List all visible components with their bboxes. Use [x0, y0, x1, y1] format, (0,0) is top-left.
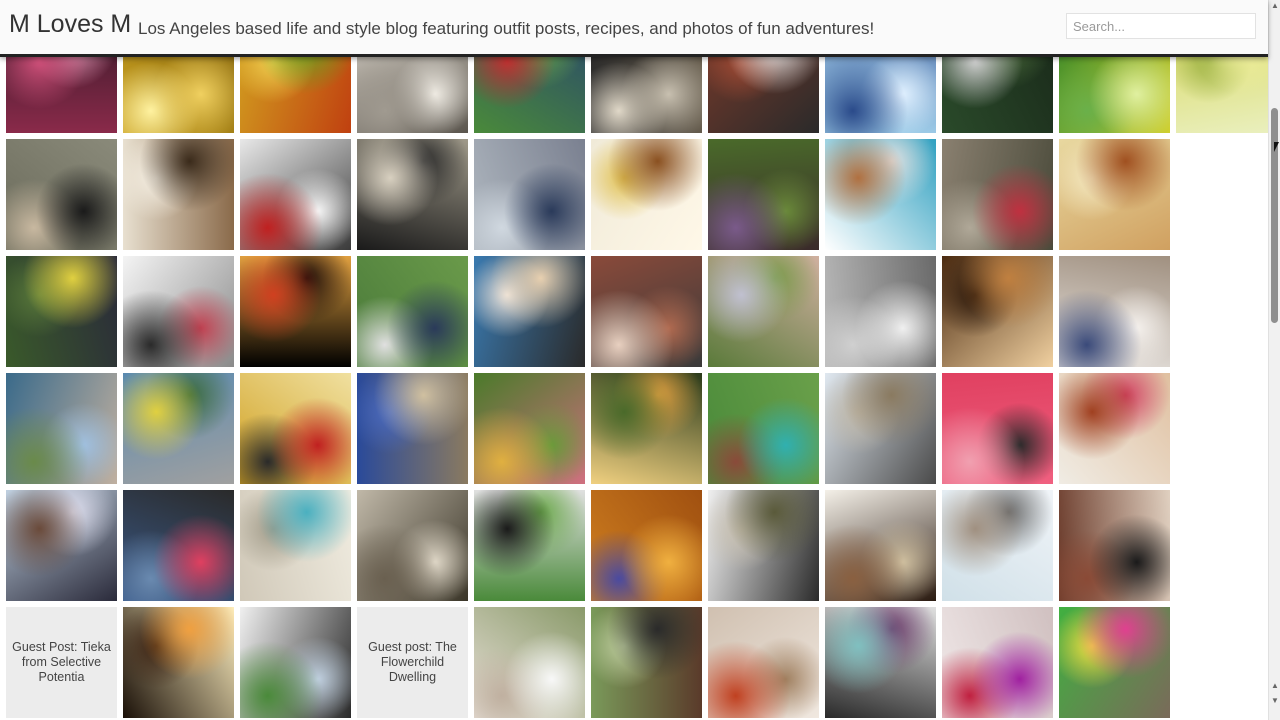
- site-tagline: Los Angeles based life and style blog fe…: [138, 19, 875, 38]
- sunset-field-photo[interactable]: [591, 373, 702, 484]
- child-beach-photo[interactable]: [6, 490, 117, 601]
- scroll-up-arrow-icon[interactable]: ▲: [1270, 680, 1280, 692]
- cloud-head-photo[interactable]: [825, 256, 936, 367]
- horse-photo[interactable]: [591, 607, 702, 718]
- tiramisu-photo[interactable]: [825, 490, 936, 601]
- post-thumbnail-text[interactable]: Guest post: The Flowerchild Dwelling: [357, 607, 468, 718]
- scroll-up-arrow-icon[interactable]: ▲: [1270, 0, 1280, 12]
- search-input[interactable]: [1066, 13, 1256, 39]
- post-title-line: Guest post: The: [368, 640, 457, 654]
- post-title-line: Guest Post: Tieka: [12, 640, 111, 654]
- blowfish-giveaway-photo[interactable]: [825, 139, 936, 250]
- railroad-outfit-photo[interactable]: [942, 139, 1053, 250]
- post-thumbnail-text[interactable]: Guest Post: Tieka from Selective Potentia: [6, 607, 117, 718]
- post-title-line: Potentia: [38, 670, 85, 684]
- chambray-shirt-outfit-photo[interactable]: [123, 490, 234, 601]
- blueberry-pancake-photo[interactable]: [591, 490, 702, 601]
- packing-list-photo[interactable]: [123, 256, 234, 367]
- yellow-cardigan-photo[interactable]: [6, 256, 117, 367]
- post-title-line: Dwelling: [388, 670, 437, 684]
- brick-house-outfit-photo[interactable]: [591, 256, 702, 367]
- black-dress-photo[interactable]: [474, 490, 585, 601]
- site-title[interactable]: M Loves M: [9, 10, 131, 39]
- purple-top-outfit-photo[interactable]: [942, 607, 1053, 718]
- site-header: M Loves M Los Angeles based life and sty…: [0, 0, 1268, 57]
- grey-wall-outfit-photo[interactable]: [474, 139, 585, 250]
- desert-road-photo[interactable]: [942, 490, 1053, 601]
- teal-top-outfit-photo[interactable]: [708, 373, 819, 484]
- mouse-cursor-icon: [1274, 142, 1279, 152]
- candles-photo[interactable]: [123, 607, 234, 718]
- toffee-bar-photo[interactable]: [591, 139, 702, 250]
- bell-tower-photo[interactable]: [825, 373, 936, 484]
- pie-slice-photo[interactable]: [123, 139, 234, 250]
- shop-front-photo[interactable]: [942, 256, 1053, 367]
- pantheon-photo[interactable]: [357, 490, 468, 601]
- vertical-scrollbar[interactable]: ▲ ▲ ▼: [1268, 0, 1280, 720]
- lawn-outfit-photo[interactable]: [474, 373, 585, 484]
- scroll-down-arrow-icon[interactable]: ▼: [1270, 695, 1280, 707]
- post-thumbnail-grid: Guest Post: Tieka from Selective Potentia G…: [0, 0, 1280, 720]
- cathedral-photo[interactable]: [357, 373, 468, 484]
- denim-dress-outfit-photo[interactable]: [1059, 256, 1170, 367]
- red-jacket-outfit-photo[interactable]: [240, 139, 351, 250]
- denim-jacket-outfit-photo[interactable]: [357, 256, 468, 367]
- fountain-photo[interactable]: [240, 490, 351, 601]
- coast-outfit-photo[interactable]: [123, 373, 234, 484]
- record-player-photo[interactable]: [825, 607, 936, 718]
- post-title: Guest Post: Tieka from Selective Potentia: [12, 640, 111, 685]
- scrollbar-thumb[interactable]: [1271, 108, 1278, 323]
- hair-portrait-photo[interactable]: [1059, 139, 1170, 250]
- coastline-photo[interactable]: [6, 373, 117, 484]
- post-title-line: Flowerchild: [380, 655, 445, 669]
- ivy-outfit-photo[interactable]: [708, 139, 819, 250]
- white-dog-photo[interactable]: [357, 139, 468, 250]
- porch-olive-outfit-photo[interactable]: [708, 490, 819, 601]
- couple-photo[interactable]: [240, 607, 351, 718]
- cookbook-photo[interactable]: [240, 373, 351, 484]
- bouquet-photo[interactable]: [474, 607, 585, 718]
- easter-eggs-photo[interactable]: [1059, 607, 1170, 718]
- man-reading-photo[interactable]: [6, 139, 117, 250]
- sunglasses-dog-photo[interactable]: [474, 256, 585, 367]
- post-title-line: from Selective: [21, 655, 102, 669]
- post-title: Guest post: The Flowerchild Dwelling: [368, 640, 457, 685]
- garden-tee-outfit-photo[interactable]: [708, 256, 819, 367]
- fireworks-photo[interactable]: [240, 256, 351, 367]
- lace-up-boots-photo[interactable]: [708, 607, 819, 718]
- pink-laptop-photo[interactable]: [942, 373, 1053, 484]
- party-horn-photo[interactable]: [1059, 373, 1170, 484]
- brick-black-dress-photo[interactable]: [1059, 490, 1170, 601]
